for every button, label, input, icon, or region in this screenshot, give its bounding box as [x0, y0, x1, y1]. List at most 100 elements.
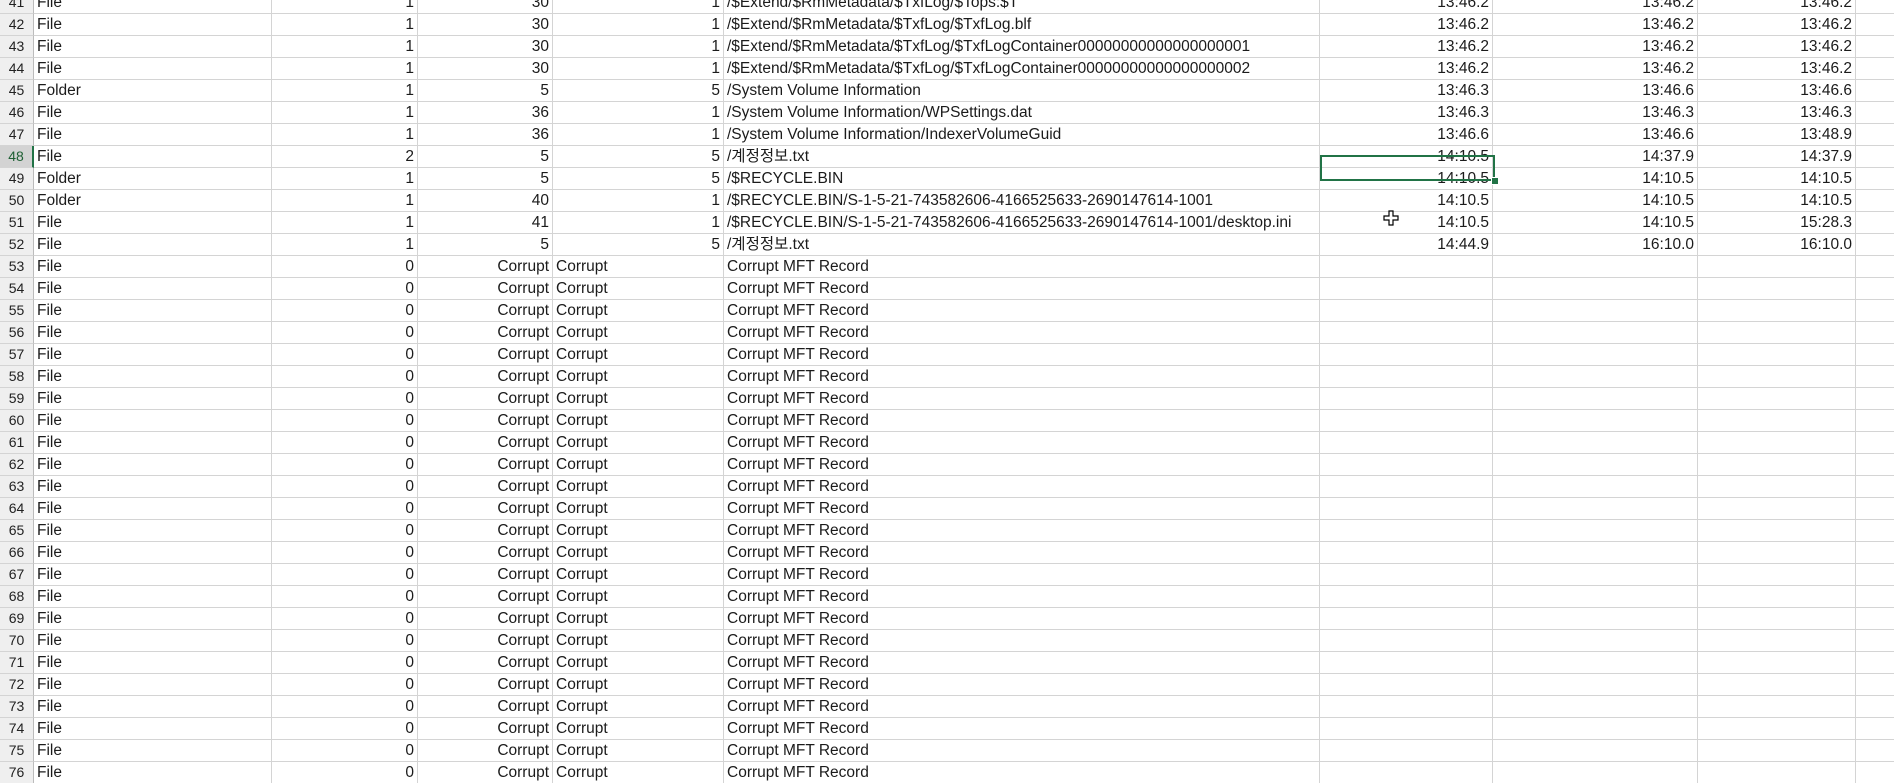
cell-time-created[interactable] — [1320, 256, 1493, 278]
cell-status[interactable]: Corrupt — [553, 564, 724, 586]
cell-path[interactable]: Corrupt MFT Record — [724, 740, 1320, 762]
cell-path[interactable]: Corrupt MFT Record — [724, 366, 1320, 388]
cell-count[interactable]: 0 — [272, 432, 418, 454]
cell-status[interactable] — [553, 212, 724, 234]
cell-time-accessed[interactable] — [1698, 410, 1856, 432]
cell-time-created[interactable] — [1320, 696, 1493, 718]
cell-status[interactable]: Corrupt — [553, 366, 724, 388]
cell-time-accessed[interactable] — [1698, 520, 1856, 542]
cell-count[interactable]: 1 — [272, 0, 418, 14]
cell-time-accessed[interactable] — [1698, 498, 1856, 520]
cell-time-created[interactable]: 14:10.5 — [1320, 146, 1493, 168]
row-header[interactable]: 72 — [0, 674, 34, 696]
row-header[interactable]: 60 — [0, 410, 34, 432]
cell-time-created[interactable] — [1320, 740, 1493, 762]
cell-type[interactable]: File — [34, 256, 272, 278]
cell-empty[interactable] — [1856, 0, 1894, 14]
cell-path[interactable]: Corrupt MFT Record — [724, 520, 1320, 542]
cell-type[interactable]: File — [34, 410, 272, 432]
cell-time-modified[interactable] — [1493, 476, 1698, 498]
cell-seq[interactable]: Corrupt — [418, 762, 553, 783]
cell-path[interactable]: Corrupt MFT Record — [724, 278, 1320, 300]
cell-status[interactable]: Corrupt — [553, 454, 724, 476]
cell-path[interactable]: Corrupt MFT Record — [724, 696, 1320, 718]
cell-seq[interactable]: Corrupt — [418, 696, 553, 718]
cell-count[interactable]: 2 — [272, 146, 418, 168]
cell-type[interactable]: File — [34, 740, 272, 762]
cell-time-accessed[interactable] — [1698, 586, 1856, 608]
cell-path[interactable]: /$Extend/$RmMetadata/$TxfLog/$Tops:$T — [724, 0, 1320, 14]
cell-status[interactable] — [553, 58, 724, 80]
cell-path[interactable]: Corrupt MFT Record — [724, 388, 1320, 410]
cell-time-modified[interactable] — [1493, 454, 1698, 476]
cell-path[interactable]: Corrupt MFT Record — [724, 322, 1320, 344]
cell-path[interactable]: Corrupt MFT Record — [724, 454, 1320, 476]
cell-path[interactable]: /$RECYCLE.BIN/S-1-5-21-743582606-4166525… — [724, 190, 1320, 212]
cell-empty[interactable] — [1856, 476, 1894, 498]
cell-time-accessed[interactable] — [1698, 344, 1856, 366]
cell-type[interactable]: File — [34, 278, 272, 300]
cell-time-created[interactable] — [1320, 718, 1493, 740]
cell-type[interactable]: File — [34, 102, 272, 124]
cell-path[interactable]: /System Volume Information/IndexerVolume… — [724, 124, 1320, 146]
cell-seq[interactable]: Corrupt — [418, 520, 553, 542]
row-header[interactable]: 53 — [0, 256, 34, 278]
cell-type[interactable]: File — [34, 608, 272, 630]
cell-empty[interactable] — [1856, 652, 1894, 674]
row-header[interactable]: 58 — [0, 366, 34, 388]
cell-type[interactable]: File — [34, 652, 272, 674]
cell-time-accessed[interactable]: 13:46.2 — [1698, 0, 1856, 14]
cell-path[interactable]: Corrupt MFT Record — [724, 630, 1320, 652]
row-header[interactable]: 66 — [0, 542, 34, 564]
cell-status[interactable]: Corrupt — [553, 674, 724, 696]
cell-status[interactable]: Corrupt — [553, 432, 724, 454]
cell-time-created[interactable] — [1320, 498, 1493, 520]
cell-time-created[interactable]: 13:46.2 — [1320, 58, 1493, 80]
cell-seq[interactable]: 5 — [418, 234, 553, 256]
row-header[interactable]: 46 — [0, 102, 34, 124]
row-header[interactable]: 62 — [0, 454, 34, 476]
cell-seq[interactable]: Corrupt — [418, 630, 553, 652]
cell-type[interactable]: File — [34, 366, 272, 388]
cell-count[interactable]: 0 — [272, 256, 418, 278]
cell-status[interactable] — [553, 14, 724, 36]
cell-seq[interactable]: Corrupt — [418, 564, 553, 586]
cell-time-accessed[interactable] — [1698, 476, 1856, 498]
cell-seq[interactable]: 36 — [418, 124, 553, 146]
cell-count[interactable]: 0 — [272, 322, 418, 344]
cell-count[interactable]: 1 — [272, 190, 418, 212]
cell-empty[interactable] — [1856, 344, 1894, 366]
row-header[interactable]: 49 — [0, 168, 34, 190]
cell-path[interactable]: /계정정보.txt — [724, 234, 1320, 256]
row-header[interactable]: 55 — [0, 300, 34, 322]
cell-type[interactable]: Folder — [34, 168, 272, 190]
cell-empty[interactable] — [1856, 564, 1894, 586]
row-header[interactable]: 75 — [0, 740, 34, 762]
cell-status[interactable] — [553, 36, 724, 58]
cell-seq[interactable]: Corrupt — [418, 278, 553, 300]
cell-seq[interactable]: Corrupt — [418, 674, 553, 696]
cell-count[interactable]: 0 — [272, 696, 418, 718]
cell-type[interactable]: File — [34, 124, 272, 146]
cell-empty[interactable] — [1856, 278, 1894, 300]
cell-count[interactable]: 0 — [272, 740, 418, 762]
cell-path[interactable]: Corrupt MFT Record — [724, 300, 1320, 322]
cell-path[interactable]: Corrupt MFT Record — [724, 256, 1320, 278]
cell-count[interactable]: 1 — [272, 14, 418, 36]
cell-type[interactable]: File — [34, 300, 272, 322]
cell-seq[interactable]: Corrupt — [418, 300, 553, 322]
cell-type[interactable]: File — [34, 498, 272, 520]
row-header[interactable]: 57 — [0, 344, 34, 366]
cell-time-accessed[interactable] — [1698, 388, 1856, 410]
cell-time-created[interactable] — [1320, 608, 1493, 630]
cell-type[interactable]: Folder — [34, 190, 272, 212]
cell-time-modified[interactable] — [1493, 740, 1698, 762]
cell-path[interactable]: Corrupt MFT Record — [724, 410, 1320, 432]
cell-path[interactable]: /$Extend/$RmMetadata/$TxfLog/$TxfLogCont… — [724, 36, 1320, 58]
cell-time-accessed[interactable]: 13:46.2 — [1698, 58, 1856, 80]
cell-time-created[interactable] — [1320, 278, 1493, 300]
cell-time-modified[interactable] — [1493, 410, 1698, 432]
cell-empty[interactable] — [1856, 454, 1894, 476]
cell-time-created[interactable]: 14:10.5 — [1320, 212, 1493, 234]
cell-time-modified[interactable]: 16:10.0 — [1493, 234, 1698, 256]
